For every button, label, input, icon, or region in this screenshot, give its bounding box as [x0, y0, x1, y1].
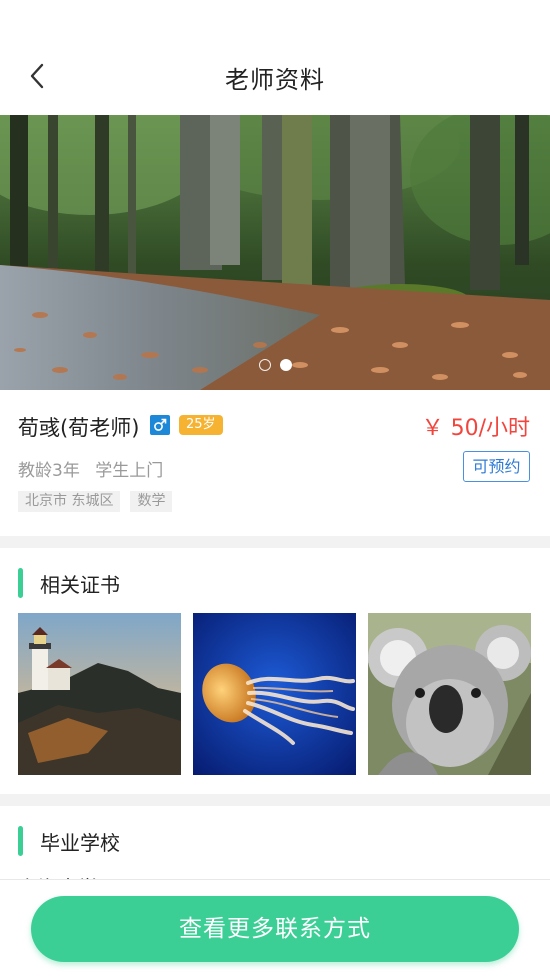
- banner-carousel[interactable]: [0, 115, 550, 390]
- certificate-photo-koala[interactable]: [368, 613, 531, 775]
- carousel-dot[interactable]: [258, 359, 271, 371]
- teacher-info-card: 荀彧(荀老师) 25岁 ￥ 50/小时 教龄3年 学生上门 可预约 北京市 东城…: [0, 390, 550, 536]
- section-accent-bar: [18, 826, 23, 856]
- bookable-status-button[interactable]: 可预约: [463, 451, 530, 482]
- nav-header: 老师资料: [0, 0, 550, 115]
- location-tag: 北京市 东城区: [18, 491, 121, 512]
- hourly-price: ￥ 50/小时: [421, 416, 530, 441]
- certificate-gallery: [18, 613, 531, 775]
- age-badge: 25岁: [179, 415, 223, 435]
- section-accent-bar: [18, 568, 23, 598]
- teacher-tags: 北京市 东城区 数学: [18, 491, 173, 512]
- carousel-dot-active[interactable]: [279, 359, 292, 371]
- male-icon: [150, 415, 170, 435]
- teacher-meta: 教龄3年 学生上门: [18, 456, 163, 481]
- page-title: 老师资料: [225, 66, 325, 94]
- carousel-indicator: [0, 359, 550, 371]
- teacher-name: 荀彧(荀老师): [18, 416, 140, 440]
- teacher-profile-screen: 老师资料 荀彧(荀老师) 25岁 ￥ 50/小时 教龄3年 学生上门 可预约 北…: [0, 0, 550, 977]
- teaching-mode: 学生上门: [95, 461, 164, 481]
- view-contact-button[interactable]: 查看更多联系方式: [31, 896, 519, 962]
- certificate-photo-lighthouse[interactable]: [18, 613, 181, 775]
- section-header: 毕业学校: [18, 826, 120, 856]
- subject-tag: 数学: [130, 491, 173, 512]
- section-title: 毕业学校: [40, 830, 120, 855]
- section-header: 相关证书: [18, 568, 120, 598]
- teaching-experience: 教龄3年: [18, 461, 80, 481]
- certificates-section: 相关证书: [0, 548, 550, 794]
- forest-banner-image: [0, 115, 550, 390]
- section-title: 相关证书: [40, 572, 120, 597]
- bottom-action-bar: 查看更多联系方式: [0, 879, 550, 977]
- certificate-photo-jellyfish[interactable]: [193, 613, 356, 775]
